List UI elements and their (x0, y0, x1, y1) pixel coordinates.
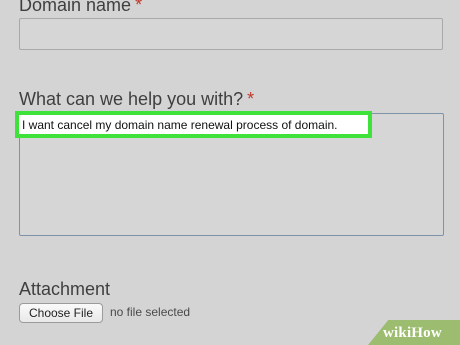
help-label-text: What can we help you with? (19, 89, 244, 109)
file-status-text: no file selected (110, 305, 191, 319)
required-marker: * (247, 89, 255, 109)
help-text-highlight[interactable]: I want cancel my domain name renewal pro… (15, 111, 372, 138)
help-label: What can we help you with? * (19, 89, 254, 110)
choose-file-button[interactable]: Choose File (19, 303, 103, 323)
help-text: I want cancel my domain name renewal pro… (22, 117, 338, 132)
required-marker: * (135, 0, 143, 15)
attachment-label: Attachment (19, 279, 111, 299)
domain-name-label: Domain name * (19, 0, 142, 16)
domain-name-input[interactable] (19, 18, 443, 50)
domain-name-label-text: Domain name (19, 0, 132, 15)
wikihow-logo: wikiHow (383, 325, 442, 341)
